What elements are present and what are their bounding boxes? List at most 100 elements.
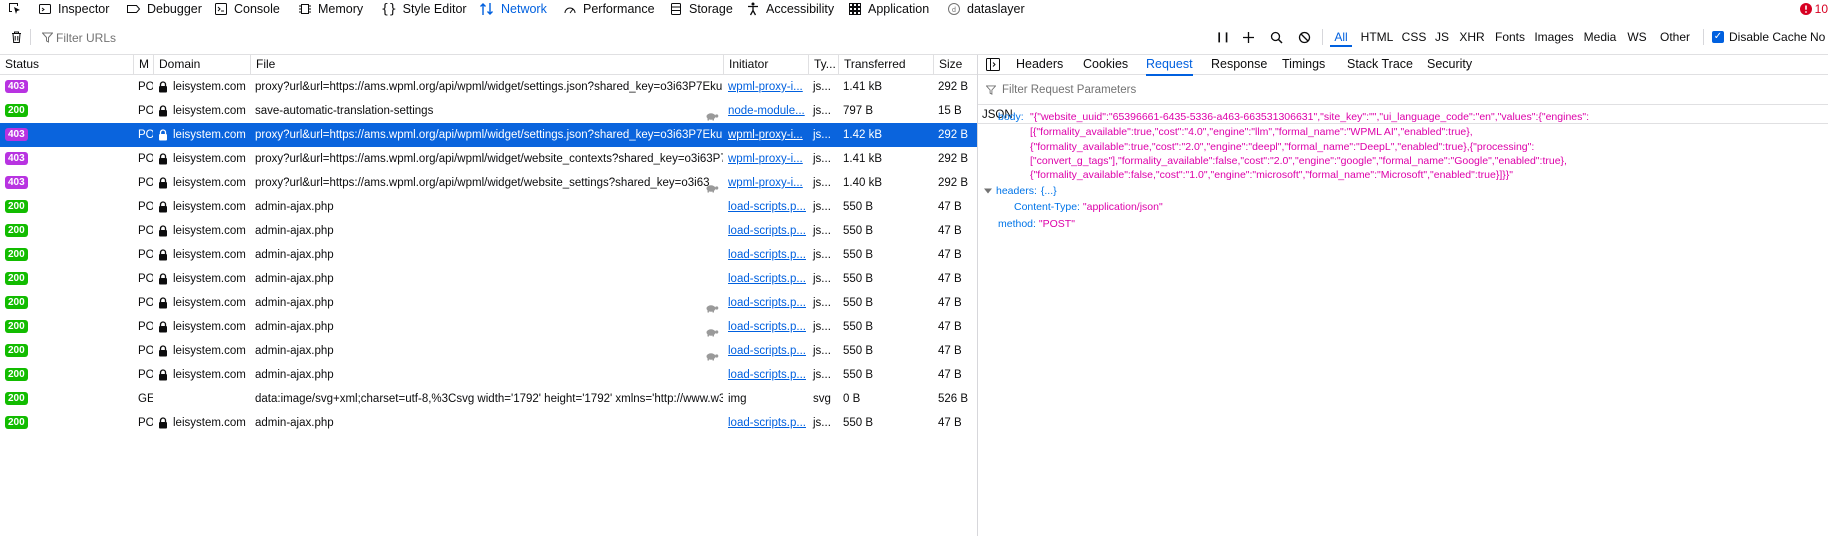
toggle-sidebar-button[interactable] bbox=[986, 55, 1000, 74]
file-text: admin-ajax.php bbox=[255, 321, 334, 333]
column-header-method[interactable]: M bbox=[133, 55, 153, 74]
column-header-initiator[interactable]: Initiator bbox=[723, 55, 808, 74]
type-filter-all[interactable]: All bbox=[1330, 28, 1352, 47]
pause-button[interactable]: ❙❙ bbox=[1215, 20, 1231, 54]
tab-console[interactable]: Console bbox=[214, 0, 280, 18]
column-header-transferred[interactable]: Transferred bbox=[838, 55, 933, 74]
add-request-button[interactable] bbox=[1242, 20, 1255, 54]
lock-icon bbox=[159, 369, 167, 381]
type-cell: js... bbox=[813, 321, 831, 333]
initiator-link[interactable]: load-scripts.p... bbox=[728, 369, 806, 381]
status-cell: 200 bbox=[0, 411, 133, 435]
tab-stack-trace[interactable]: Stack Trace bbox=[1347, 55, 1413, 74]
clear-button[interactable] bbox=[10, 20, 23, 54]
type-filter-other[interactable]: Other bbox=[1656, 28, 1694, 46]
block-urls-button[interactable] bbox=[1298, 20, 1311, 54]
tab-style-editor[interactable]: {} Style Editor bbox=[381, 0, 467, 18]
column-header-type[interactable]: Ty... bbox=[808, 55, 838, 74]
search-button[interactable] bbox=[1270, 20, 1283, 54]
tab-debugger[interactable]: Debugger bbox=[126, 0, 202, 18]
body-value-line: {"formality_available":true,"cost":"2.0"… bbox=[1030, 141, 1535, 153]
type-filter-css[interactable]: CSS bbox=[1400, 28, 1428, 46]
table-row[interactable]: 200 PO leisystem.com admin-ajax.php load-scr… bbox=[0, 363, 977, 387]
tab-accessibility[interactable]: Accessibility bbox=[746, 0, 834, 18]
initiator-link[interactable]: load-scripts.p... bbox=[728, 225, 806, 237]
tab-application[interactable]: Application bbox=[848, 0, 929, 18]
type-filter-media[interactable]: Media bbox=[1581, 28, 1619, 46]
transferred-cell: 550 B bbox=[843, 201, 874, 213]
tab-storage[interactable]: Storage bbox=[669, 0, 733, 18]
tab-response[interactable]: Response bbox=[1211, 55, 1267, 74]
tab-performance[interactable]: Performance bbox=[563, 0, 655, 18]
tab-security[interactable]: Security bbox=[1427, 55, 1472, 74]
table-row[interactable]: 200 PO leisystem.com admin-ajax.php load-scr… bbox=[0, 243, 977, 267]
initiator-link[interactable]: wpml-proxy-i... bbox=[728, 177, 803, 189]
headers-node[interactable]: headers: {...} bbox=[984, 185, 1057, 197]
table-row[interactable]: 200 PO leisystem.com admin-ajax.php load-scr… bbox=[0, 219, 977, 243]
initiator-link[interactable]: load-scripts.p... bbox=[728, 321, 806, 333]
file-text: admin-ajax.php bbox=[255, 249, 334, 261]
type-filter-fonts[interactable]: Fonts bbox=[1493, 28, 1527, 46]
tab-inspector[interactable]: Inspector bbox=[38, 0, 109, 18]
table-row[interactable]: 200 GE data:image/svg+xml;charset=utf-8,%3… bbox=[0, 387, 977, 411]
table-row[interactable]: 403 PO leisystem.com proxy?url&url=https://… bbox=[0, 75, 977, 99]
method-cell: PO bbox=[138, 105, 153, 117]
tab-timings[interactable]: Timings bbox=[1282, 55, 1325, 74]
status-cell: 200 bbox=[0, 339, 133, 363]
table-row[interactable]: 200 PO leisystem.com admin-ajax.php load-scr… bbox=[0, 339, 977, 363]
type-filter-images[interactable]: Images bbox=[1533, 28, 1575, 46]
tab-cookies[interactable]: Cookies bbox=[1083, 55, 1128, 74]
table-row[interactable]: 200 PO leisystem.com save-automatic-transla… bbox=[0, 99, 977, 123]
initiator-link[interactable]: wpml-proxy-i... bbox=[728, 129, 803, 141]
column-header-domain[interactable]: Domain bbox=[153, 55, 250, 74]
method-value: "POST" bbox=[1038, 218, 1075, 230]
table-row[interactable]: 403 PO leisystem.com proxy?url&url=https://… bbox=[0, 147, 977, 171]
lock-icon bbox=[159, 249, 167, 261]
error-count-badge[interactable]: 10 bbox=[1799, 0, 1828, 18]
tab-memory[interactable]: Memory bbox=[298, 0, 363, 18]
column-header-status[interactable]: Status bbox=[0, 55, 133, 74]
size-cell: 47 B bbox=[938, 369, 962, 381]
column-header-file[interactable]: File bbox=[250, 55, 723, 74]
tab-network[interactable]: Network bbox=[479, 0, 547, 18]
table-row[interactable]: 200 PO leisystem.com admin-ajax.php load-scr… bbox=[0, 267, 977, 291]
tab-request[interactable]: Request bbox=[1146, 55, 1193, 76]
initiator-link[interactable]: wpml-proxy-i... bbox=[728, 153, 803, 165]
initiator-link[interactable]: wpml-proxy-i... bbox=[728, 81, 803, 93]
status-cell: 200 bbox=[0, 387, 133, 411]
initiator-link[interactable]: load-scripts.p... bbox=[728, 345, 806, 357]
type-filter-ws[interactable]: WS bbox=[1624, 28, 1650, 46]
initiator-link[interactable]: node-module... bbox=[728, 105, 805, 117]
content-type-value: "application/json" bbox=[1082, 201, 1163, 213]
file-text: proxy?url&url=https://ams.wpml.org/api/w… bbox=[255, 81, 723, 93]
column-header-size[interactable]: Size bbox=[933, 55, 977, 74]
table-row[interactable]: 200 PO leisystem.com admin-ajax.php load-scr… bbox=[0, 411, 977, 435]
table-row[interactable]: 200 PO leisystem.com admin-ajax.php load-scr… bbox=[0, 195, 977, 219]
chevron-down-icon bbox=[984, 188, 992, 194]
filter-urls-input[interactable] bbox=[40, 28, 1208, 48]
type-filter-xhr[interactable]: XHR bbox=[1458, 28, 1486, 46]
table-row[interactable]: 403 PO leisystem.com proxy?url&url=https://… bbox=[0, 123, 977, 147]
request-params-filter[interactable]: Filter Request Parameters bbox=[986, 83, 1136, 97]
status-cell: 200 bbox=[0, 219, 133, 243]
pick-element-icon bbox=[9, 3, 20, 14]
turtle-icon bbox=[705, 322, 719, 339]
type-filter-js[interactable]: JS bbox=[1432, 28, 1452, 46]
lock-icon bbox=[159, 225, 167, 237]
tab-headers[interactable]: Headers bbox=[1016, 55, 1063, 74]
initiator-link[interactable]: load-scripts.p... bbox=[728, 273, 806, 285]
initiator-link[interactable]: load-scripts.p... bbox=[728, 417, 806, 429]
type-filter-html[interactable]: HTML bbox=[1360, 28, 1394, 46]
domain-text: leisystem.com bbox=[173, 297, 246, 309]
disable-cache-toggle[interactable]: ✓ Disable Cache bbox=[1712, 20, 1807, 54]
tab-dataslayer[interactable]: d dataslayer bbox=[947, 0, 1025, 18]
initiator-link[interactable]: load-scripts.p... bbox=[728, 297, 806, 309]
table-row[interactable]: 200 PO leisystem.com admin-ajax.php load-scr… bbox=[0, 291, 977, 315]
table-row[interactable]: 403 PO leisystem.com proxy?url&url=https://… bbox=[0, 171, 977, 195]
throttling-select[interactable]: No bbox=[1810, 20, 1825, 54]
initiator-link[interactable]: load-scripts.p... bbox=[728, 249, 806, 261]
table-row[interactable]: 200 PO leisystem.com admin-ajax.php load-scr… bbox=[0, 315, 977, 339]
status-badge: 200 bbox=[5, 272, 28, 286]
pick-element-button[interactable] bbox=[8, 0, 22, 18]
initiator-link[interactable]: load-scripts.p... bbox=[728, 201, 806, 213]
